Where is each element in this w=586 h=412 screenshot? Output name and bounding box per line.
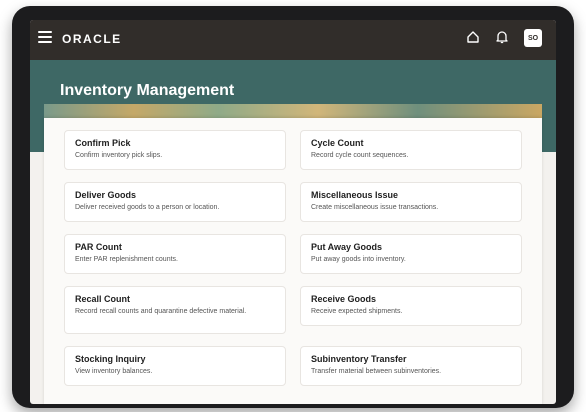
task-panel: Confirm Pick Confirm inventory pick slip… [44,118,542,404]
decorative-banner-art [44,104,542,118]
card-cycle-count[interactable]: Cycle Count Record cycle count sequences… [300,130,522,170]
card-title: Miscellaneous Issue [311,190,399,200]
top-navigation-bar: ORACLE SO [30,20,556,60]
card-par-count[interactable]: PAR Count Enter PAR replenishment counts… [64,234,286,274]
card-title: PAR Count [75,242,122,252]
app-screen: ORACLE SO Inventory Management Confirm P… [30,20,556,404]
card-receive-goods[interactable]: Receive Goods Receive expected shipments… [300,286,522,326]
user-avatar[interactable]: SO [524,29,542,47]
card-title: Confirm Pick [75,138,131,148]
card-title: Recall Count [75,294,131,304]
card-title: Receive Goods [311,294,377,304]
card-stocking-inquiry[interactable]: Stocking Inquiry View inventory balances… [64,346,286,386]
oracle-logo: ORACLE [62,32,122,46]
card-description: Record cycle count sequences. [311,152,409,159]
bell-icon[interactable] [495,30,509,44]
card-confirm-pick[interactable]: Confirm Pick Confirm inventory pick slip… [64,130,286,170]
card-title: Subinventory Transfer [311,354,407,364]
card-title: Deliver Goods [75,190,137,200]
card-title: Stocking Inquiry [75,354,146,364]
card-description: Confirm inventory pick slips. [75,152,163,159]
card-description: Put away goods into inventory. [311,256,406,263]
card-subinventory-transfer[interactable]: Subinventory Transfer Transfer material … [300,346,522,386]
hamburger-menu-icon[interactable] [38,31,52,45]
card-description: Record recall counts and quarantine defe… [75,308,247,315]
card-description: Enter PAR replenishment counts. [75,256,178,263]
card-description: Transfer material between subinventories… [311,368,442,375]
home-icon[interactable] [466,30,480,44]
card-description: Deliver received goods to a person or lo… [75,204,220,211]
card-description: View inventory balances. [75,368,153,375]
tablet-frame: ORACLE SO Inventory Management Confirm P… [12,6,574,408]
page-title: Inventory Management [60,82,235,99]
card-put-away-goods[interactable]: Put Away Goods Put away goods into inven… [300,234,522,274]
card-recall-count[interactable]: Recall Count Record recall counts and qu… [64,286,286,334]
card-title: Cycle Count [311,138,364,148]
card-description: Receive expected shipments. [311,308,403,315]
card-miscellaneous-issue[interactable]: Miscellaneous Issue Create miscellaneous… [300,182,522,222]
card-description: Create miscellaneous issue transactions. [311,204,439,211]
card-title: Put Away Goods [311,242,383,252]
card-deliver-goods[interactable]: Deliver Goods Deliver received goods to … [64,182,286,222]
